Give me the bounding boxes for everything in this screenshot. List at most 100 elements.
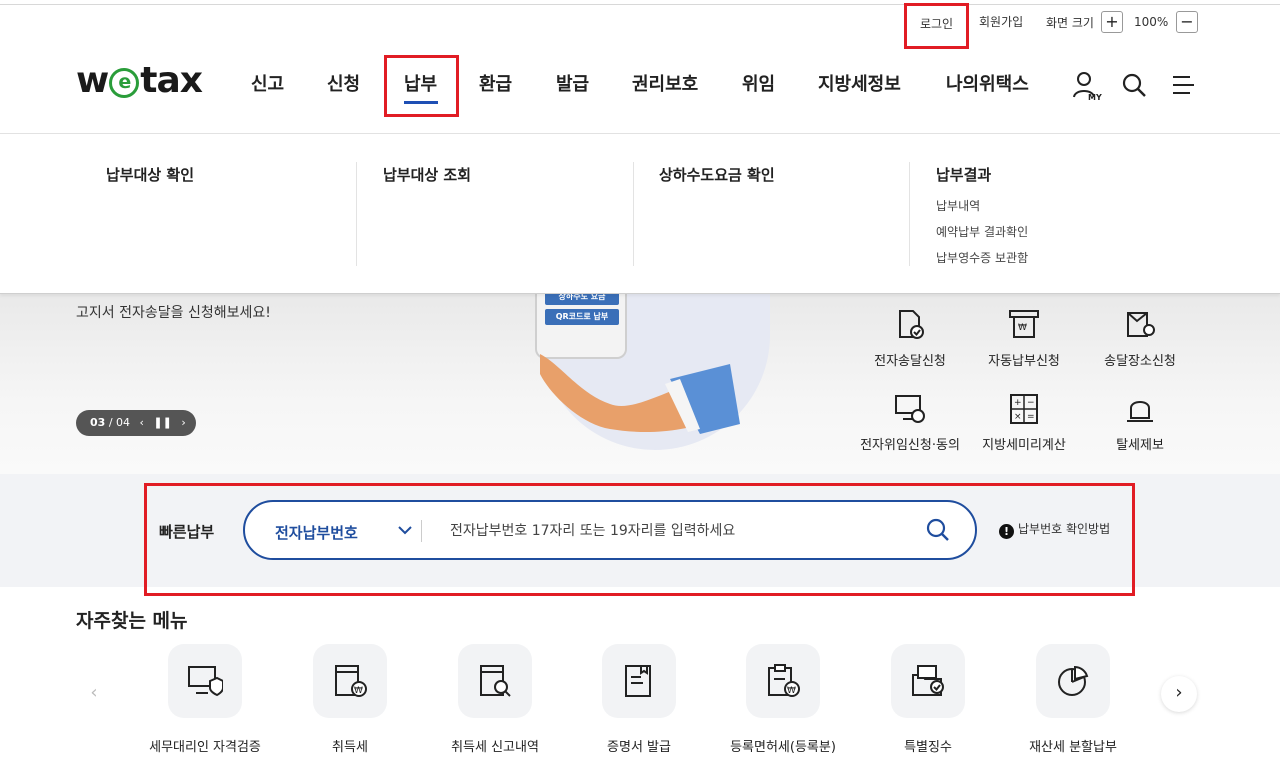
chevron-down-icon[interactable] [397,522,413,538]
freq-item-registration-license-tax[interactable]: ₩ 등록면허세(등록분) [708,644,858,755]
login-link[interactable]: 로그인 [904,3,969,49]
mega-link-receipt-box[interactable]: 납부영수증 보관함 [936,249,1028,266]
freq-icon-box: ₩ [313,644,387,718]
freq-icon-box [1036,644,1110,718]
info-icon: ! [999,524,1014,539]
nav-item-delegation[interactable]: 위임 [742,70,775,96]
quick-delivery-place[interactable]: 송달장소신청 [1080,308,1200,369]
siren-icon [1127,401,1153,422]
help-label: 납부번호 확인방법 [1018,522,1111,536]
svg-text:=: = [1027,412,1035,422]
zoom-out-button[interactable]: − [1176,11,1198,33]
phone-button-qr: QR코드로 납부 [545,309,619,325]
pause-icon[interactable]: ❚❚ [153,410,171,436]
freq-icon-box [168,644,242,718]
banner-copy[interactable]: 고지서 전자송달을 신청해보세요! [76,302,271,322]
freq-item-certificate[interactable]: 증명서 발급 [564,644,714,755]
nav-item-refund[interactable]: 환급 [479,70,512,96]
utility-bar: 로그인 회원가입 화면 크기 + 100% − [0,0,1280,49]
quick-tax-calculator[interactable]: + − × = 지방세미리계산 [964,392,1084,453]
wetax-logo[interactable]: w e tax [76,60,203,101]
nav-item-my-wetax[interactable]: 나의위택스 [946,70,1029,96]
mega-title-check-target[interactable]: 납부대상 확인 [106,164,194,185]
fast-payment-search: 전자납부번호 [243,500,977,560]
freq-icon-box [891,644,965,718]
freq-item-acquisition-report-history[interactable]: 취득세 신고내역 [420,644,570,755]
banner-pager: 03 / 04 ‹ ❚❚ › [76,410,196,436]
calculator-icon: + −× = [1010,394,1038,424]
frequent-menu-title: 자주찾는 메뉴 [76,610,188,632]
zoom-in-button[interactable]: + [1101,11,1123,33]
location-document-icon [1127,312,1155,337]
pie-chart-icon [1058,665,1089,696]
carousel-next-button[interactable]: › [1161,676,1197,712]
freq-icon-box: ₩ [746,644,820,718]
quick-tax-evasion-report[interactable]: 탈세제보 [1080,392,1200,453]
document-check-icon [899,310,924,339]
nav-item-rights[interactable]: 권리보호 [632,70,698,96]
freq-item-agent-verify[interactable]: 세무대리인 자격검증 [130,644,280,755]
payment-mega-menu: 납부대상 확인 납부대상 조회 상하수도요금 확인 납부결과 납부내역 예약납부… [0,134,1280,294]
nav-item-local-tax-info[interactable]: 지방세정보 [818,70,901,96]
monitor-shield-icon [188,666,223,697]
nav-item-apply[interactable]: 신청 [327,70,360,96]
quick-auto-payment[interactable]: ₩ 자동납부신청 [964,308,1084,369]
payment-type-select[interactable]: 전자납부번호 [275,522,358,543]
mega-col-payment-result: 납부결과 납부내역 예약납부 결과확인 납부영수증 보관함 [936,164,1028,275]
chevron-right-icon[interactable]: › [181,410,185,436]
chevron-left-icon[interactable]: ‹ [140,410,144,436]
zoom-label: 화면 크기 [1046,16,1094,30]
document-won-icon: ₩ [335,665,367,697]
quick-label: 전자위임신청·동의 [860,438,960,453]
nav-item-report[interactable]: 신고 [251,70,284,96]
svg-text:×: × [1014,412,1022,422]
mega-title-water-fee[interactable]: 상하수도요금 확인 [659,164,775,185]
freq-icon-box [458,644,532,718]
svg-text:₩: ₩ [1018,323,1027,333]
auto-payment-icon: ₩ [1009,310,1039,338]
quick-label: 탈세제보 [1116,438,1164,453]
freq-item-acquisition-tax[interactable]: ₩ 취득세 [275,644,425,755]
search-icon[interactable] [1120,70,1150,100]
my-page-icon[interactable]: MY [1071,70,1105,102]
select-divider [421,520,422,542]
freq-item-label: 세무대리인 자격검증 [149,740,261,755]
payment-number-help-link[interactable]: ! 납부번호 확인방법 [999,520,1110,539]
mega-link-payment-history[interactable]: 납부내역 [936,197,1028,214]
hand-illustration [540,354,740,434]
svg-text:+: + [1014,398,1022,408]
carousel-prev-button[interactable]: ‹ [76,676,112,712]
logo-e: e [109,68,140,98]
freq-item-property-tax-installment[interactable]: 재산세 분할납부 [998,644,1148,755]
mega-divider [633,162,634,266]
join-link[interactable]: 회원가입 [979,13,1023,30]
mega-col-water-fee: 상하수도요금 확인 [659,164,775,185]
page: 로그인 회원가입 화면 크기 + 100% − w e tax 신고 신청 납부 환… [0,0,1280,764]
folder-check-icon [912,665,944,696]
clipboard-won-icon: ₩ [768,664,800,697]
quick-label: 전자송달신청 [874,354,946,369]
mega-title-lookup-target[interactable]: 납부대상 조회 [383,164,471,185]
quick-e-delivery[interactable]: 전자송달신청 [850,308,970,369]
freq-item-label: 재산세 분할납부 [1029,740,1117,755]
nav-item-issue[interactable]: 발급 [556,70,589,96]
mega-col-check-target: 납부대상 확인 [106,164,194,185]
svg-text:₩: ₩ [354,686,363,696]
mega-link-reservation-result[interactable]: 예약납부 결과확인 [936,223,1028,240]
freq-item-label: 취득세 [332,740,368,755]
logo-tax: tax [140,60,203,101]
active-nav-highlight [384,55,459,117]
search-icon[interactable] [925,517,951,543]
mega-title-payment-result[interactable]: 납부결과 [936,164,1028,185]
svg-text:MY: MY [1088,93,1102,102]
payment-number-input[interactable] [450,518,900,544]
freq-item-special-collection[interactable]: 특별징수 [853,644,1003,755]
mega-links-payment-result: 납부내역 예약납부 결과확인 납부영수증 보관함 [936,197,1028,266]
mega-col-lookup-target: 납부대상 조회 [383,164,471,185]
quick-label: 송달장소신청 [1104,354,1176,369]
freq-icon-box [602,644,676,718]
hamburger-menu-icon[interactable] [1170,70,1200,100]
quick-e-delegation[interactable]: 전자위임신청·동의 [850,392,970,453]
svg-text:₩: ₩ [787,686,796,696]
pager-count: 03 / 04 [90,416,131,429]
